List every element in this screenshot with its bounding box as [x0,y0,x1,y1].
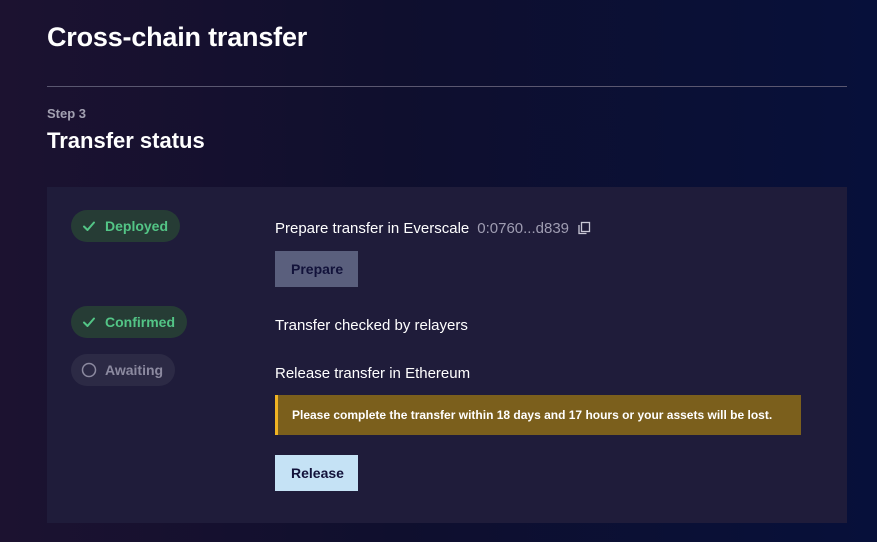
check-icon [81,314,97,330]
status-badge-awaiting: Awaiting [71,354,176,386]
status-badge-label: Confirmed [105,314,175,330]
page-title: Cross-chain transfer [47,22,308,52]
transfer-status-panel: Deployed Prepare transfer in Everscale 0:… [47,187,847,523]
section-title: Transfer status [47,128,205,153]
status-badge-confirmed: Confirmed [71,306,187,338]
status-badge-deployed: Deployed [71,210,181,242]
step-label: Step 3 [47,106,87,121]
step-release-text: Release transfer in Ethereum [275,365,471,382]
step-prepare-text: Prepare transfer in Everscale 0:0760...d8… [275,220,591,239]
prepare-button[interactable]: Prepare [275,251,358,287]
header-divider [47,86,847,87]
step-prepare-label: Prepare transfer in Everscale [275,220,470,237]
step-relayers-text: Transfer checked by relayers [275,317,468,334]
warning-message: Please complete the transfer within 18 d… [275,395,801,435]
copy-icon[interactable] [577,221,591,239]
transaction-address[interactable]: 0:0760...d839 [477,220,569,237]
release-button[interactable]: Release [275,455,358,491]
check-icon [81,218,97,234]
status-badge-label: Awaiting [105,362,164,378]
status-badge-label: Deployed [105,218,169,234]
circle-icon [81,362,97,378]
